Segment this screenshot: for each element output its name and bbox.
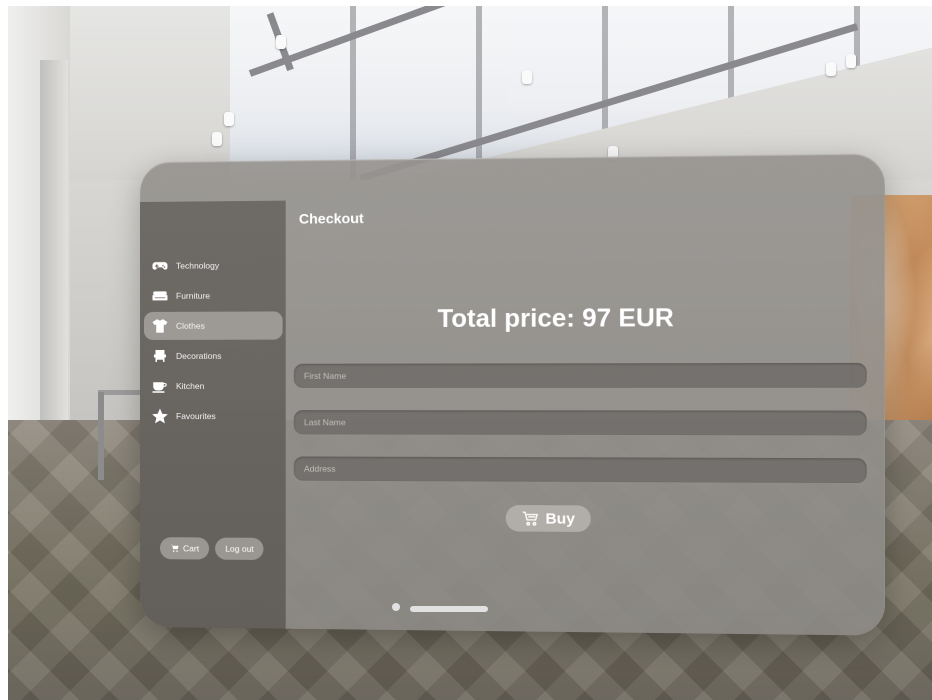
ceiling-lamp [522, 70, 532, 84]
sidebar-item-label: Technology [175, 260, 220, 271]
frame-edge [0, 0, 932, 6]
checkout-window: Technology Furniture Clothes Decorations [140, 153, 885, 636]
sidebar-item-technology[interactable]: Technology [144, 251, 283, 280]
logout-label: Log out [225, 543, 254, 554]
buy-button[interactable]: Buy [505, 504, 591, 533]
last-name-field[interactable] [293, 410, 867, 436]
sidebar-item-label: Kitchen [175, 380, 205, 391]
sidebar-item-label: Furniture [175, 290, 211, 301]
last-name-input[interactable] [301, 416, 867, 430]
star-icon [150, 406, 170, 426]
sidebar-item-label: Favourites [175, 411, 216, 422]
sofa-icon [150, 286, 170, 306]
ceiling-lamp [276, 35, 286, 49]
page-title: Checkout [298, 209, 364, 227]
sidebar-item-label: Decorations [175, 350, 222, 361]
sidebar-item-furniture[interactable]: Furniture [144, 281, 283, 310]
tshirt-icon [150, 316, 170, 336]
ceiling-lamp [826, 62, 836, 76]
cart-label: Cart [182, 543, 200, 554]
frame-edge [0, 0, 8, 700]
ceiling-lamp [212, 132, 222, 146]
gamepad-icon [150, 256, 170, 276]
sidebar: Technology Furniture Clothes Decorations [140, 200, 286, 629]
window-close-dot[interactable] [392, 603, 400, 611]
buy-label: Buy [545, 509, 575, 528]
ceiling-lamp [846, 54, 856, 68]
decoration-icon [150, 346, 170, 366]
sidebar-item-decorations[interactable]: Decorations [144, 342, 283, 370]
cart-icon [522, 509, 541, 527]
sidebar-nav: Technology Furniture Clothes Decorations [143, 251, 283, 432]
window-grab-bar[interactable] [410, 606, 488, 612]
sidebar-footer: Cart Log out [159, 537, 264, 561]
address-field[interactable] [293, 456, 867, 484]
handrail-post [98, 392, 104, 480]
sidebar-item-clothes[interactable]: Clothes [143, 311, 283, 340]
sidebar-item-label: Clothes [175, 320, 205, 331]
first-name-field[interactable] [293, 362, 867, 388]
cart-icon [170, 543, 179, 553]
ceiling-lamp [224, 112, 234, 126]
first-name-input[interactable] [301, 369, 867, 382]
address-input[interactable] [301, 462, 867, 477]
checkout-main: Checkout Total price: 97 EUR Buy [286, 153, 885, 635]
sidebar-item-kitchen[interactable]: Kitchen [144, 372, 283, 400]
mug-icon [150, 376, 170, 396]
logout-button[interactable]: Log out [215, 537, 264, 561]
sidebar-item-favourites[interactable]: Favourites [144, 402, 283, 430]
total-price: Total price: 97 EUR [437, 303, 674, 334]
cart-button[interactable]: Cart [159, 537, 210, 560]
